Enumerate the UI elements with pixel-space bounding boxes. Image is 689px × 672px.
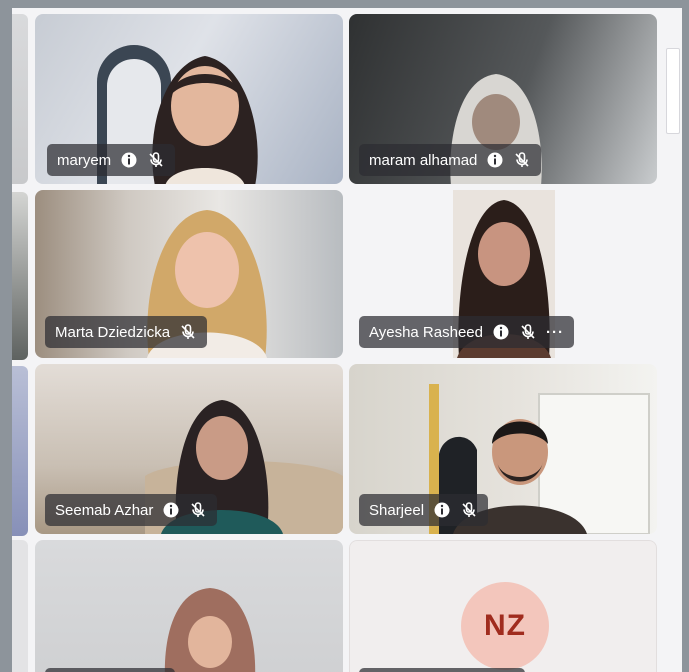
mic-off-icon[interactable]	[179, 323, 197, 341]
participant-tile-maram-alhamad[interactable]: maram alhamad	[349, 14, 657, 184]
mic-off-icon[interactable]	[513, 151, 531, 169]
participant-name-label: Ayesha Rasheed ···	[359, 316, 574, 348]
participant-name-label: Sharjeel	[359, 494, 489, 526]
mic-off-icon[interactable]	[519, 323, 537, 341]
partial-tile-left-1	[12, 14, 28, 184]
participant-name: maram alhamad	[369, 151, 478, 169]
participant-avatar: NZ	[461, 582, 549, 670]
participant-name-label	[359, 668, 525, 672]
partial-tile-left-3	[12, 366, 28, 536]
mic-off-icon[interactable]	[189, 501, 207, 519]
participant-tile-seemab-azhar[interactable]: Seemab Azhar	[35, 364, 343, 534]
participant-silhouette	[164, 588, 256, 672]
partial-tile-left-2	[12, 192, 28, 360]
participant-name: Seemab Azhar	[55, 501, 154, 519]
participant-name-label: maram alhamad	[359, 144, 542, 176]
participant-name: maryem	[57, 151, 112, 169]
more-options-icon[interactable]: ···	[546, 324, 564, 341]
video-grid-panel: maryem maram alhamad Marta Dziedzicka Ay…	[12, 8, 682, 672]
participant-tile-maryem[interactable]: maryem	[35, 14, 343, 184]
participant-tile-7[interactable]	[35, 540, 343, 672]
participant-name-label: maryem	[47, 144, 176, 176]
mic-off-icon[interactable]	[147, 151, 165, 169]
info-icon[interactable]	[492, 323, 510, 341]
info-icon[interactable]	[162, 501, 180, 519]
participant-name: Marta Dziedzicka	[55, 323, 171, 341]
info-icon[interactable]	[120, 151, 138, 169]
scrollbar-thumb[interactable]	[666, 48, 680, 134]
participant-tile-ayesha-rasheed[interactable]: Ayesha Rasheed ···	[349, 190, 657, 358]
partial-tile-left-4	[12, 540, 28, 672]
mic-off-icon[interactable]	[460, 501, 478, 519]
participant-name-label: Marta Dziedzicka	[45, 316, 208, 348]
participant-tile-nz[interactable]: NZ	[349, 540, 657, 672]
participant-name: Sharjeel	[369, 501, 425, 519]
participant-tile-sharjeel[interactable]: Sharjeel	[349, 364, 657, 534]
info-icon[interactable]	[433, 501, 451, 519]
participant-tile-marta-dziedzicka[interactable]: Marta Dziedzicka	[35, 190, 343, 358]
participant-name-label	[45, 668, 175, 672]
participant-name-label: Seemab Azhar	[45, 494, 218, 526]
info-icon[interactable]	[486, 151, 504, 169]
participant-name: Ayesha Rasheed	[369, 323, 483, 341]
